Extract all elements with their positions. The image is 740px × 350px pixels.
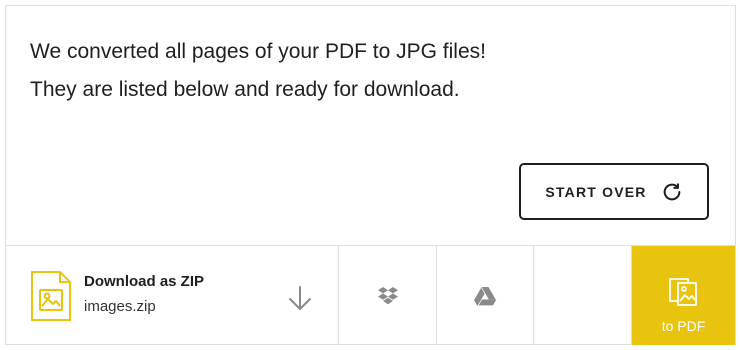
conversion-message: We converted all pages of your PDF to JP… <box>30 40 486 101</box>
zip-filename: images.zip <box>84 298 156 315</box>
dropbox-icon <box>377 286 398 304</box>
google-drive-icon <box>474 286 497 306</box>
result-card: We converted all pages of your PDF to JP… <box>5 5 736 345</box>
save-to-dropbox-button[interactable] <box>339 246 437 345</box>
images-to-pdf-icon <box>669 278 697 306</box>
start-over-button[interactable]: START OVER <box>519 163 709 220</box>
download-zip-title: Download as ZIP <box>84 273 205 290</box>
start-over-label: START OVER <box>545 183 647 200</box>
download-zip-item[interactable]: Download as ZIP images.zip <box>6 246 339 345</box>
images-to-pdf-button[interactable]: to PDF <box>632 246 735 345</box>
download-arrow-icon[interactable] <box>286 284 314 312</box>
refresh-icon <box>663 182 680 200</box>
empty-action-slot <box>534 246 632 345</box>
download-bar: Download as ZIP images.zip to PDF <box>6 245 735 345</box>
save-to-google-drive-button[interactable] <box>437 246 534 345</box>
to-pdf-label: to PDF <box>661 318 706 334</box>
image-file-icon <box>31 271 71 321</box>
